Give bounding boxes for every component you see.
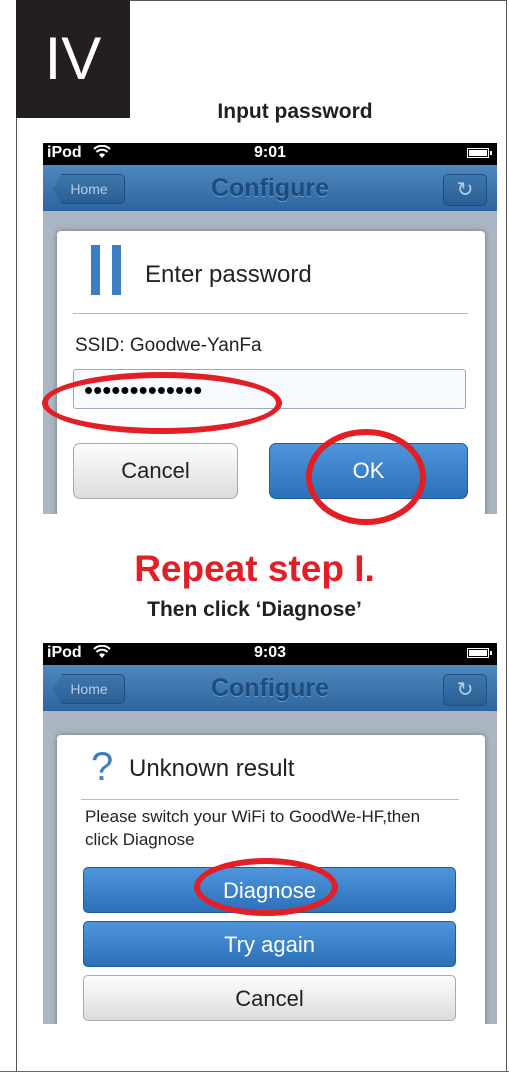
phone-screen-1: iPod 9:01 Home Configure ↻ Enter passwor… [43, 143, 497, 514]
dialog-accent-bar-left [91, 245, 100, 295]
dialog-title: Enter password [145, 261, 312, 288]
dialog-title: Unknown result [129, 755, 295, 782]
step-number-badge: IV [16, 0, 130, 118]
cancel-button[interactable]: Cancel [73, 443, 238, 499]
repeat-step-heading: Repeat step I. [134, 548, 375, 589]
phone-screen-2: iPod 9:03 Home Configure ↻ ? Unknown res… [43, 643, 497, 1024]
ok-highlight-ellipse [306, 429, 426, 525]
try-again-button[interactable]: Try again [83, 921, 456, 967]
refresh-button[interactable]: ↻ [443, 674, 487, 706]
diagnose-highlight-ellipse [194, 858, 338, 916]
nav-bar: Home Configure ↻ [43, 165, 497, 211]
bottom-rule [0, 1071, 509, 1072]
ssid-label: SSID: Goodwe-YanFa [75, 335, 262, 356]
status-bar: iPod 9:01 [43, 143, 497, 165]
dialog-divider [81, 799, 459, 800]
nav-bar: Home Configure ↻ [43, 665, 497, 711]
step-caption: Input password [217, 100, 373, 123]
refresh-icon: ↻ [456, 679, 474, 701]
clock: 9:01 [253, 144, 287, 161]
clock: 9:03 [253, 644, 287, 661]
dialog-divider [73, 313, 468, 314]
cancel-button[interactable]: Cancel [83, 975, 456, 1021]
dialog-accent-bar-right [112, 245, 121, 295]
dialog-message: Please switch your WiFi to GoodWe-HF,the… [85, 807, 421, 849]
nav-title: Configure [210, 174, 330, 202]
repeat-step-subtitle: Then click ‘Diagnose’ [147, 598, 362, 621]
battery-icon [467, 648, 492, 658]
refresh-button[interactable]: ↻ [443, 174, 487, 206]
refresh-icon: ↻ [456, 179, 474, 201]
battery-icon [467, 148, 492, 158]
question-icon: ? [91, 745, 114, 789]
password-highlight-ellipse [42, 372, 282, 434]
status-bar: iPod 9:03 [43, 643, 497, 665]
nav-title: Configure [210, 674, 330, 702]
